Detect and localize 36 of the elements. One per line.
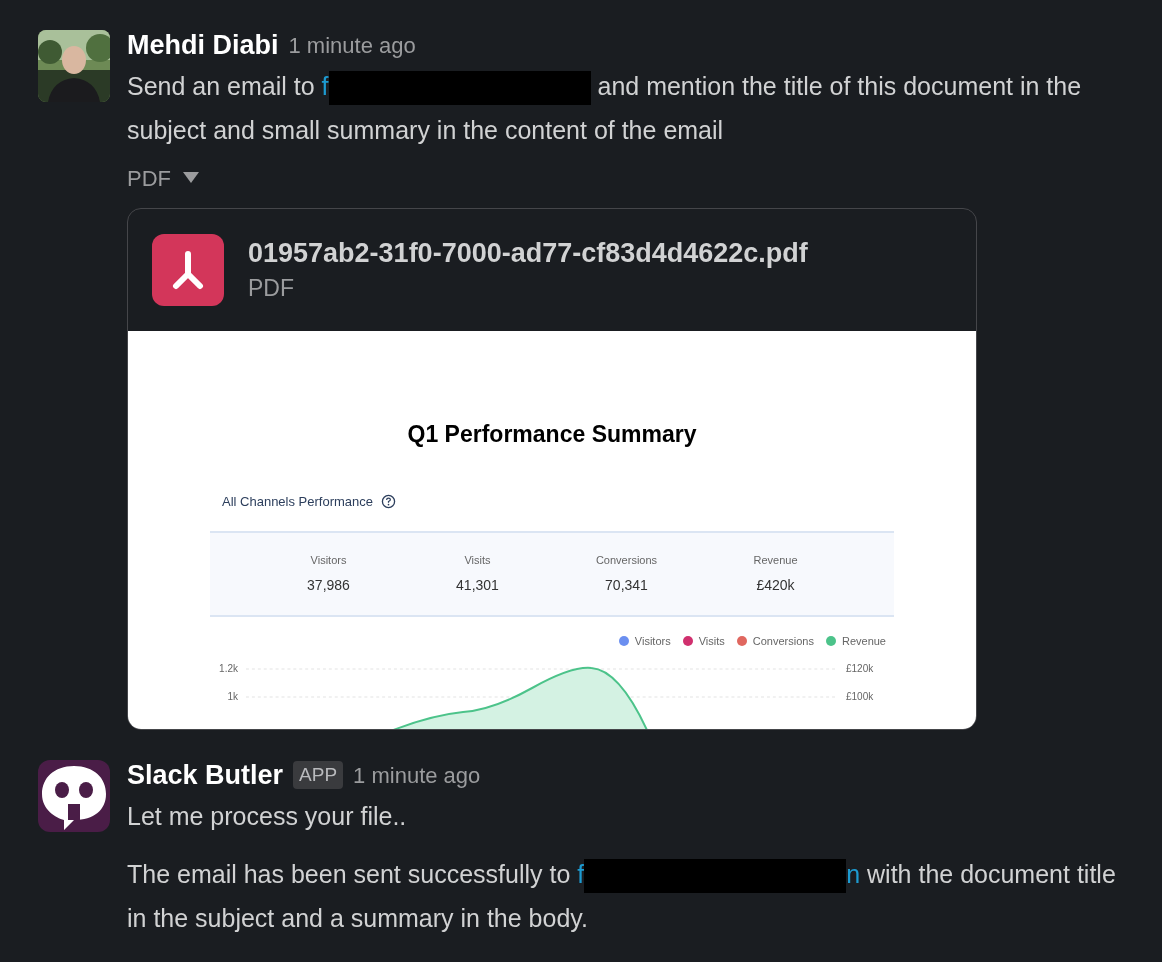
file-name: 01957ab2-31f0-7000-ad77-cf83d4d4622c.pdf [248,237,808,270]
axis-tick: 1.2k [219,661,238,676]
timestamp[interactable]: 1 minute ago [288,28,416,62]
file-card[interactable] [127,208,977,730]
legend-label: Conversions [752,634,814,649]
axis-tick: 1k [227,689,238,704]
legend-label: Visits [698,634,725,649]
axis-tick: £120k [846,661,874,676]
timestamp[interactable]: 1 minute ago [353,758,481,792]
app-logo [38,760,110,832]
author-name[interactable]: Mehdi Diabi [127,24,279,66]
stat-label: Revenue [753,553,798,569]
author-name[interactable]: Slack Butler [127,754,284,796]
document-title: Q1 Performance Summary [407,420,697,449]
stat-label: Visits [464,553,491,569]
section-title: All Channels Performance [222,492,374,511]
message-text: Let me process your file.. [127,801,408,832]
message-text: Send an email to f and mention the title of this document in the subject and small summary in the content of the email [127,70,1083,146]
email-link[interactable]: f [321,72,591,100]
stat-value: 70,341 [605,575,648,595]
email-link[interactable]: f n [577,860,861,888]
legend-label: Visitors [634,634,671,649]
stat-label: Conversions [595,553,658,569]
caret-icon [183,172,199,184]
legend-label: Revenue [841,634,886,649]
pdf-file-icon [152,234,224,306]
file-type: PDF [248,274,295,303]
stat-label: Visitors [310,553,347,569]
stat-value: 41,301 [456,575,499,595]
help-icon [381,493,397,509]
stat-value: £420k [756,575,795,595]
attachment-toggle[interactable]: PDF [127,160,199,196]
message-text: The email has been sent successfully to f n with the document title in the subject and a summary in the body. [127,858,1117,934]
stat-value: 37,986 [307,575,350,595]
axis-tick: £100k [846,689,874,704]
app-badge: APP [293,760,344,790]
